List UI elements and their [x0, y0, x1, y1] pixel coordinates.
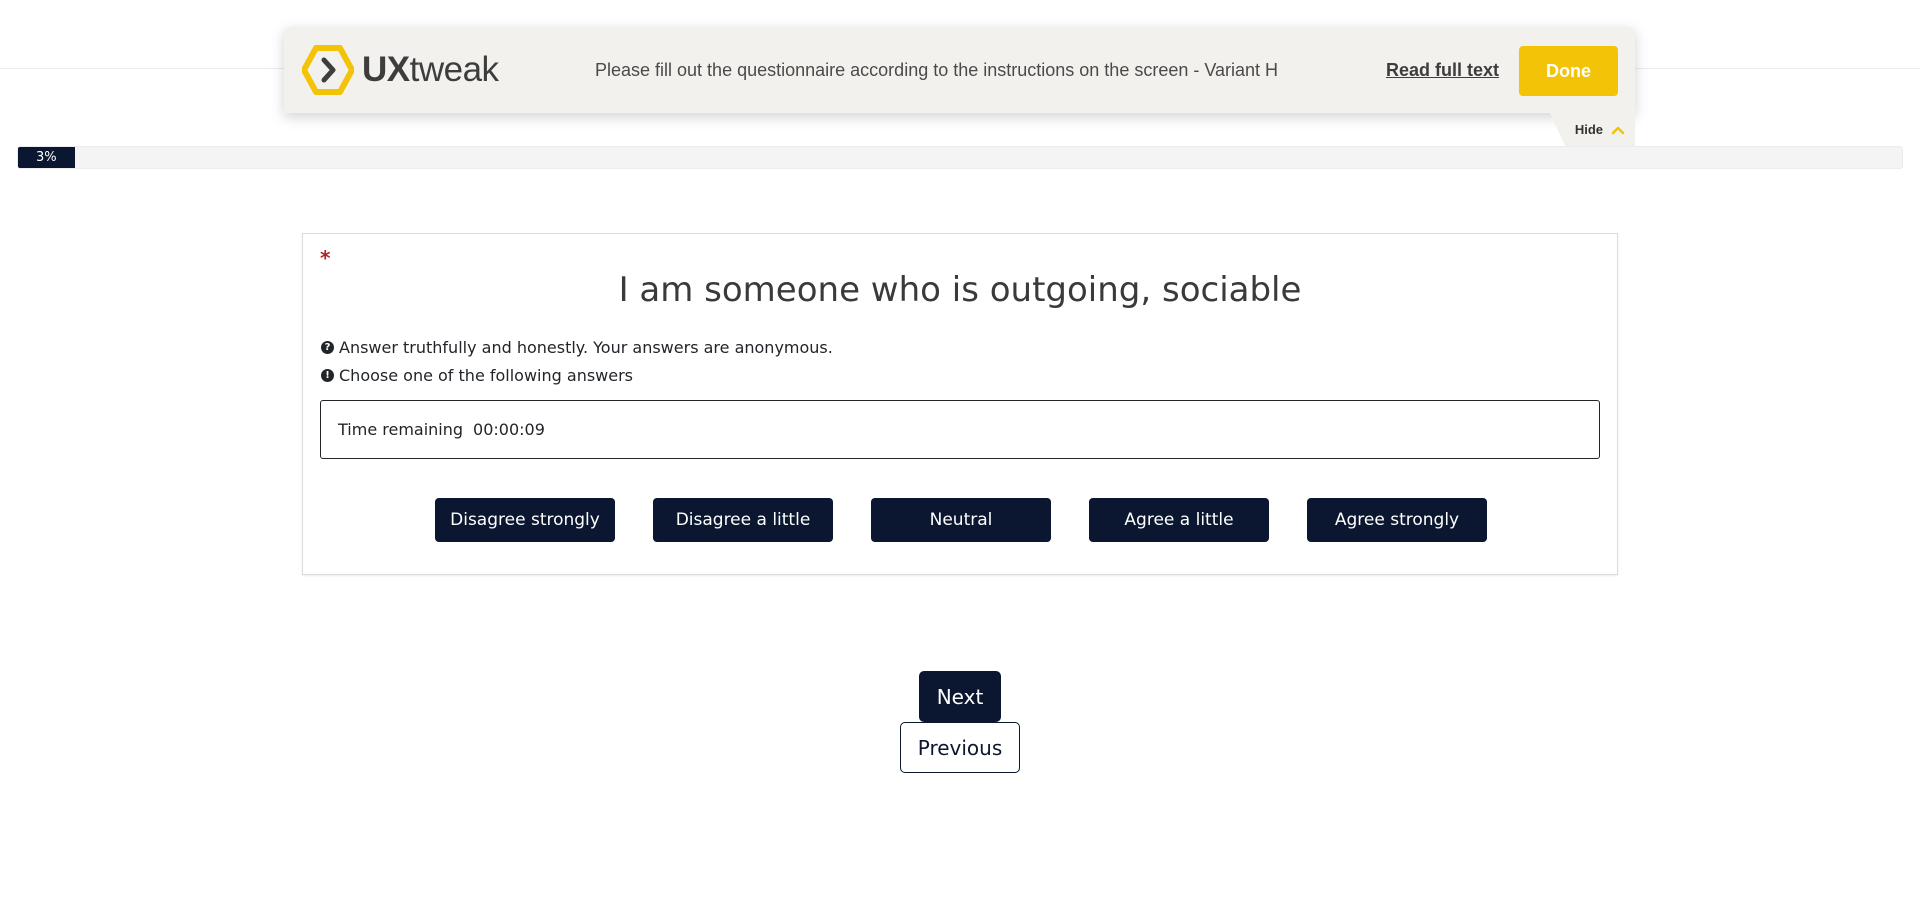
- progress-bar: 3%: [17, 146, 1903, 169]
- read-full-text-link[interactable]: Read full text: [1386, 27, 1499, 113]
- exclamation-circle-icon: !: [321, 369, 334, 382]
- next-button[interactable]: Next: [919, 671, 1001, 722]
- answer-neutral-button[interactable]: Neutral: [871, 498, 1051, 542]
- question-circle-icon: ?: [321, 341, 334, 354]
- help-hint-text: Answer truthfully and honestly. Your ans…: [339, 338, 833, 357]
- answer-agree-a-little-button[interactable]: Agree a little: [1089, 498, 1269, 542]
- instruction-hint-text: Choose one of the following answers: [339, 366, 634, 385]
- task-instruction: Please fill out the questionnaire accord…: [595, 59, 1279, 80]
- question-card: * I am someone who is outgoing, sociable…: [302, 233, 1618, 575]
- answer-agree-strongly-button[interactable]: Agree strongly: [1307, 498, 1487, 542]
- hide-banner-button[interactable]: Hide: [1550, 113, 1635, 146]
- logo-text-bold: UX: [362, 50, 410, 89]
- answer-disagree-a-little-button[interactable]: Disagree a little: [653, 498, 833, 542]
- timer-box: Time remaining 00:00:09: [320, 400, 1600, 459]
- answer-options: Disagree strongly Disagree a little Neut…: [435, 498, 1487, 542]
- uxtweak-logo: UXtweak: [302, 45, 499, 95]
- progress-label: 3%: [35, 150, 57, 165]
- answer-disagree-strongly-button[interactable]: Disagree strongly: [435, 498, 615, 542]
- hide-label: Hide: [1574, 122, 1603, 137]
- page: UXtweak Please fill out the questionnair…: [0, 0, 1920, 900]
- done-button[interactable]: Done: [1519, 46, 1618, 96]
- previous-button[interactable]: Previous: [900, 722, 1020, 773]
- uxtweak-hexagon-logo-icon: [302, 45, 354, 95]
- required-indicator: *: [320, 246, 331, 270]
- instruction-hint: ! Choose one of the following answers: [321, 366, 633, 385]
- progress-fill: 3%: [18, 147, 75, 168]
- question-title: I am someone who is outgoing, sociable: [618, 270, 1302, 310]
- timer-value: 00:00:09: [473, 420, 545, 439]
- chevron-up-icon: [1611, 126, 1625, 134]
- help-hint: ? Answer truthfully and honestly. Your a…: [321, 338, 833, 357]
- logo-wordmark: UXtweak: [362, 50, 499, 90]
- task-banner: UXtweak Please fill out the questionnair…: [284, 27, 1635, 113]
- timer-label: Time remaining: [338, 420, 464, 439]
- logo-text-regular: tweak: [409, 50, 499, 89]
